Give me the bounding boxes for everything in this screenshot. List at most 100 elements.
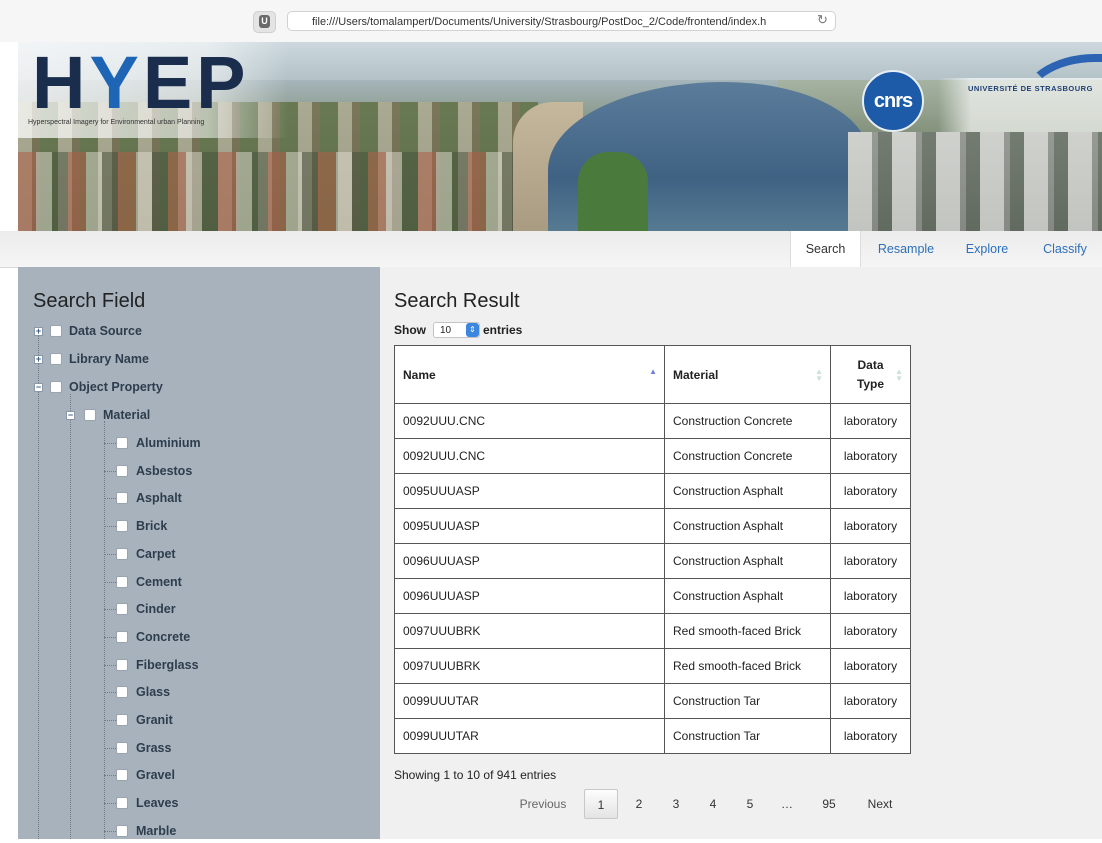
checkbox[interactable] [116, 603, 128, 616]
checkbox[interactable] [84, 409, 96, 421]
table-row[interactable]: 0092UUU.CNC Construction Concrete laborato… [394, 403, 911, 439]
sort-ascending-icon[interactable]: ▲ [649, 368, 657, 376]
cell-data-type: laboratory [830, 543, 911, 579]
tab-explore[interactable]: Explore [956, 231, 1018, 268]
page-button-95[interactable]: 95 [816, 789, 842, 819]
table-row[interactable]: 0095UUUASP Construction Asphalt laboratory [394, 473, 911, 509]
checkbox[interactable] [116, 520, 128, 533]
tree-connector [104, 581, 116, 583]
tree-item-material-leaf[interactable]: Asbestos [116, 463, 356, 483]
tab-classify[interactable]: Classify [1032, 231, 1098, 268]
tree-label: Cement [136, 574, 182, 589]
reload-icon[interactable]: ↻ [817, 13, 828, 27]
address-bar[interactable]: file:///Users/tomalampert/Documents/Univ… [287, 11, 836, 31]
cell-data-type: laboratory [830, 403, 911, 439]
page-button-4[interactable]: 4 [700, 789, 726, 819]
column-header-name[interactable]: Name ▲ [394, 345, 665, 404]
tab-resample[interactable]: Resample [866, 231, 946, 268]
table-row[interactable]: 0092UUU.CNC Construction Concrete laborato… [394, 438, 911, 474]
page-button-1[interactable]: 1 [584, 789, 618, 819]
cell-data-type: laboratory [830, 683, 911, 719]
checkbox[interactable] [116, 824, 128, 837]
checkbox[interactable] [116, 658, 128, 671]
extension-button[interactable]: U [253, 11, 276, 33]
checkbox[interactable] [116, 437, 128, 449]
tree-item-material-leaf[interactable]: Fiberglass [116, 657, 356, 677]
banner-trees [578, 152, 648, 231]
checkbox[interactable] [116, 575, 128, 588]
checkbox[interactable] [50, 325, 62, 337]
tree-item-library-name[interactable]: + Library Name [34, 351, 364, 371]
tree-label: Asphalt [136, 491, 182, 506]
select-arrows-icon[interactable]: ⇕ [466, 323, 479, 337]
table-info: Showing 1 to 10 of 941 entries [394, 768, 557, 782]
tree-item-material-leaf[interactable]: Carpet [116, 546, 356, 566]
header-banner: HYEP Hyperspectral Imagery for Environme… [18, 42, 1102, 231]
checkbox[interactable] [116, 714, 128, 726]
tree-label: Granit [136, 713, 173, 727]
checkbox[interactable] [116, 630, 128, 643]
table-row[interactable]: 0097UUUBRK Red smooth-faced Brick laborato… [394, 613, 911, 649]
tree-connector [104, 498, 116, 500]
expand-icon[interactable]: + [34, 355, 43, 364]
expand-icon[interactable]: + [34, 327, 43, 336]
tree-item-material-leaf[interactable]: Marble [116, 823, 356, 843]
tree-item-material-leaf[interactable]: Cinder [116, 601, 356, 621]
next-page-button[interactable]: Next [858, 789, 902, 819]
cell-data-type: laboratory [830, 613, 911, 649]
tree-item-material-leaf[interactable]: Brick [116, 518, 356, 538]
tree-label: Glass [136, 685, 171, 700]
checkbox[interactable] [116, 547, 128, 560]
tree-item-material-leaf[interactable]: Gravel [116, 767, 356, 787]
tree-item-data-source[interactable]: + Data Source [34, 323, 364, 343]
tree-item-material-leaf[interactable]: Granit [116, 712, 356, 732]
tree-connector [104, 664, 116, 666]
table-row[interactable]: 0096UUUASP Construction Asphalt laboratory [394, 578, 911, 614]
collapse-icon[interactable]: − [34, 383, 43, 392]
sort-icon[interactable]: ▲ ▼ [895, 368, 903, 383]
table-row[interactable]: 0097UUUBRK Red smooth-faced Brick laborato… [394, 648, 911, 684]
checkbox[interactable] [116, 741, 128, 754]
tree-item-material-leaf[interactable]: Glass [116, 684, 356, 704]
page-button-2[interactable]: 2 [626, 789, 652, 819]
cell-name: 0099UUUTAR [394, 718, 665, 754]
tree-item-material-leaf[interactable]: Aluminium [116, 435, 356, 455]
tree-item-material-leaf[interactable]: Leaves [116, 795, 356, 815]
page-button-3[interactable]: 3 [663, 789, 689, 819]
collapse-icon[interactable]: − [66, 411, 75, 420]
tree-label: Grass [136, 740, 172, 755]
cell-name: 0097UUUBRK [394, 613, 665, 649]
cell-material: Construction Asphalt [664, 508, 831, 544]
checkbox[interactable] [116, 686, 128, 699]
tree-item-material-leaf[interactable]: Cement [116, 574, 356, 594]
checkbox[interactable] [116, 797, 128, 810]
column-header-material[interactable]: Material ▲ ▼ [664, 345, 831, 404]
tree-item-material-leaf[interactable]: Concrete [116, 629, 356, 649]
previous-page-button[interactable]: Previous [510, 789, 576, 819]
checkbox[interactable] [50, 353, 62, 365]
tab-search[interactable]: Search [790, 231, 861, 268]
checkbox[interactable] [50, 381, 62, 393]
tree-connector [104, 609, 116, 611]
page-button-5[interactable]: 5 [737, 789, 763, 819]
tree-item-material-leaf[interactable]: Grass [116, 740, 356, 760]
table-row[interactable]: 0099UUUTAR Construction Tar laboratory [394, 683, 911, 719]
cell-name: 0096UUUASP [394, 543, 665, 579]
tree-item-material-leaf[interactable]: Asphalt [116, 490, 356, 510]
column-header-data-type[interactable]: Data Type ▲ ▼ [830, 345, 911, 404]
cell-material: Construction Tar [664, 718, 831, 754]
cell-name: 0099UUUTAR [394, 683, 665, 719]
tree-label: Material [103, 408, 151, 422]
cell-material: Red smooth-faced Brick [664, 648, 831, 684]
checkbox[interactable] [116, 464, 128, 477]
checkbox[interactable] [116, 492, 128, 505]
tree-item-object-property[interactable]: − Object Property [34, 379, 364, 399]
sort-icon[interactable]: ▲ ▼ [815, 368, 823, 383]
table-row[interactable]: 0096UUUASP Construction Asphalt laboratory [394, 543, 911, 579]
checkbox[interactable] [116, 769, 128, 782]
cell-data-type: laboratory [830, 578, 911, 614]
table-row[interactable]: 0095UUUASP Construction Asphalt laboratory [394, 508, 911, 544]
university-logo: UNIVERSITÉ DE STRASBOURG [968, 84, 1093, 93]
tree-item-material[interactable]: − Material [66, 407, 366, 427]
table-row[interactable]: 0099UUUTAR Construction Tar laboratory [394, 718, 911, 754]
